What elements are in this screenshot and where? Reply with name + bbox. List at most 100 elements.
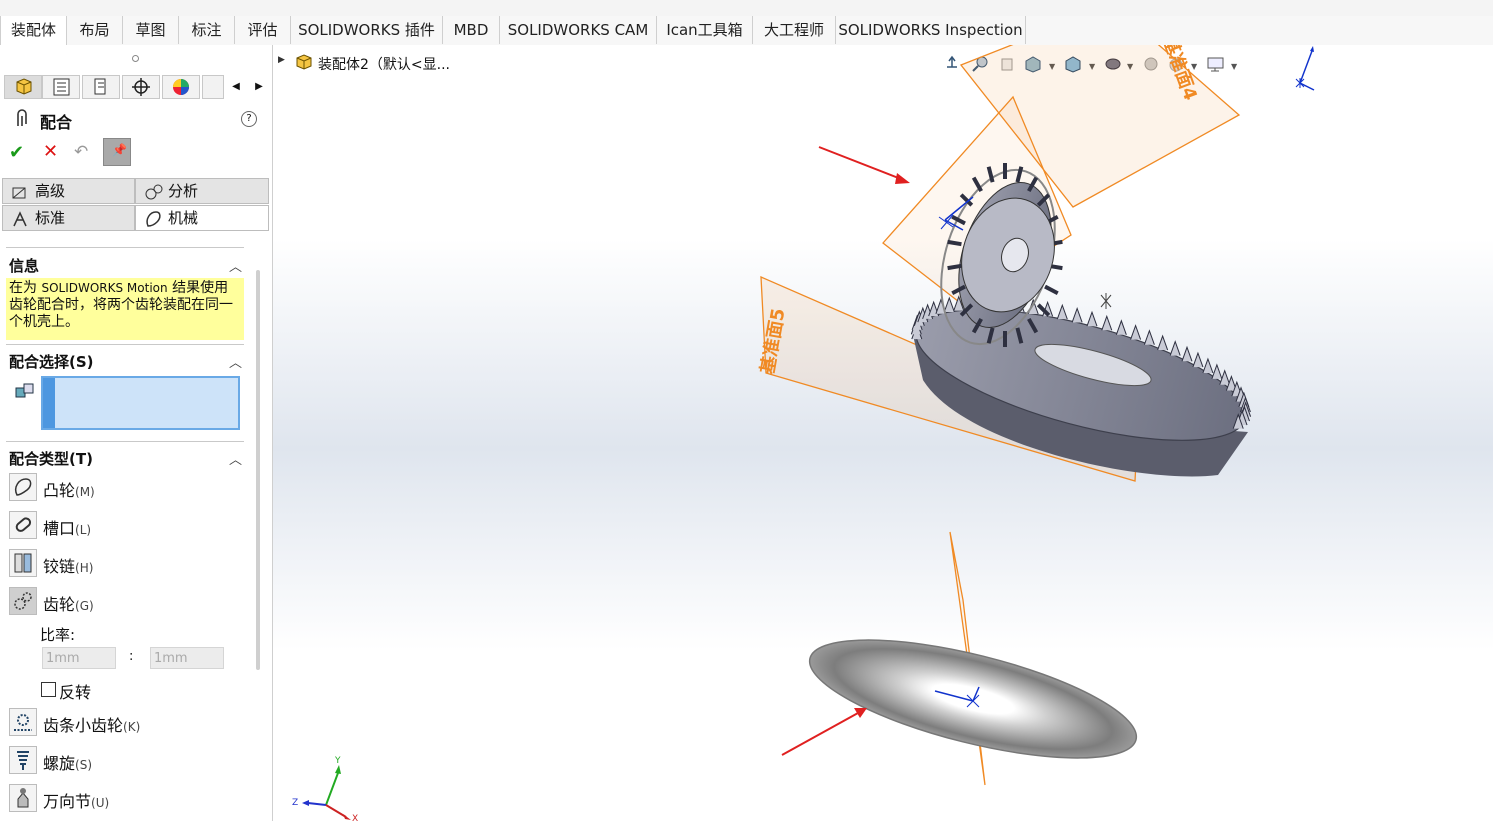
axis-x-label: X — [352, 814, 358, 821]
ratio-input-b[interactable]: 1mm — [150, 647, 224, 669]
reverse-label[interactable]: 反转 — [59, 679, 91, 703]
tab-display[interactable] — [162, 75, 200, 99]
info-collapse-icon[interactable]: ︿ — [229, 256, 242, 275]
undo-button[interactable]: ↶ — [74, 142, 88, 162]
tab-more[interactable] — [202, 75, 224, 99]
slot-mate-label[interactable]: 槽口(L) — [43, 515, 91, 539]
mate-types-section-title: 配合类型(T) — [9, 450, 93, 468]
cam-icon — [14, 478, 32, 496]
reverse-checkbox[interactable] — [41, 682, 56, 697]
universal-joint-mate-label[interactable]: 万向节(U) — [43, 788, 109, 812]
axis-triad-icon: Y Z X — [292, 756, 358, 821]
tab-scroll-left[interactable]: ◀ — [226, 76, 246, 98]
gear-tooth — [943, 296, 955, 313]
mode-analysis[interactable]: 分析 — [135, 178, 269, 204]
tab-mbd[interactable]: MBD — [443, 16, 500, 44]
hinge-mate-label[interactable]: 铰链(H) — [43, 553, 93, 577]
cam-icon — [146, 211, 161, 227]
cancel-button[interactable]: ✕ — [43, 141, 58, 162]
tab-property-manager[interactable] — [42, 75, 80, 99]
gear-tooth — [1115, 319, 1127, 335]
pinion-tooth — [947, 263, 962, 271]
help-button[interactable]: ? — [241, 111, 257, 127]
tab-evaluate[interactable]: 评估 — [235, 16, 291, 44]
panel-scrollbar[interactable] — [256, 270, 260, 670]
property-manager: ◀ ▶ 配合 ? ✔ ✕ ↶ 📌 高级 分析 标准 机械 信息 ︿ 在为 SOL… — [0, 45, 273, 821]
gear-tooth — [1211, 363, 1223, 380]
universal-joint-icon — [17, 788, 29, 808]
gear-tooth — [1192, 351, 1204, 368]
annotation-arrow-bottom — [781, 708, 867, 756]
tab-engineer[interactable]: 大工程师 — [753, 16, 836, 44]
mode-mechanical[interactable]: 机械 — [135, 205, 269, 231]
pin-button[interactable]: 📌 — [103, 138, 131, 166]
tab-sketch[interactable]: 草图 — [123, 16, 179, 44]
tab-addins[interactable]: SOLIDWORKS 插件 — [291, 16, 443, 44]
tab-inspection[interactable]: SOLIDWORKS Inspection — [836, 16, 1026, 44]
hinge-icon — [14, 553, 32, 573]
panel-title: 配合 — [40, 113, 73, 132]
gear-tooth — [1169, 340, 1181, 356]
screw-mate-button[interactable] — [9, 746, 37, 774]
pinion-tooth — [1044, 284, 1059, 295]
gear-shadow-disk — [808, 639, 1138, 759]
mate-selection-box[interactable] — [41, 376, 240, 430]
info-section-title: 信息 — [9, 257, 40, 275]
mode-standard[interactable]: 标准 — [2, 205, 135, 231]
tab-feature-tree[interactable] — [4, 75, 42, 99]
tab-dimxpert[interactable] — [122, 75, 160, 99]
panel-grip[interactable] — [132, 55, 139, 62]
tab-layout[interactable]: 布局 — [67, 16, 123, 44]
ratio-input-a[interactable]: 1mm — [42, 647, 116, 669]
gear-tooth — [1027, 298, 1039, 315]
gear-tooth — [1143, 329, 1155, 345]
graphics-area[interactable]: ▶ 装配体2（默认<显... ▼ ▼ ▼ ▼ ▼ 基准面4 基准面5 Y Z X — [273, 45, 1493, 821]
gear-tooth — [1157, 334, 1169, 351]
selections-collapse-icon[interactable]: ︿ — [229, 352, 242, 371]
property-icon — [53, 78, 70, 96]
tab-cam[interactable]: SOLIDWORKS CAM — [500, 16, 657, 44]
slot-mate-button[interactable] — [9, 511, 37, 539]
universal-joint-mate-button[interactable] — [9, 784, 37, 812]
axis-z-label: Z — [292, 798, 298, 808]
cam-mate-label[interactable]: 凸轮(M) — [43, 477, 95, 501]
slot-icon — [15, 517, 32, 532]
large-bevel-gear[interactable] — [904, 283, 1258, 477]
assembly-icon — [16, 78, 32, 95]
rack-pinion-mate-label[interactable]: 齿条小齿轮(K) — [43, 712, 140, 736]
tab-markup[interactable]: 标注 — [179, 16, 235, 44]
hinge-mate-button[interactable] — [9, 549, 37, 577]
tab-ican[interactable]: Ican工具箱 — [657, 16, 753, 44]
configuration-icon — [94, 78, 106, 95]
tab-scroll-right[interactable]: ▶ — [249, 76, 269, 98]
mate-types-collapse-icon[interactable]: ︿ — [229, 449, 242, 468]
tab-configuration[interactable] — [82, 75, 120, 99]
ratio-label: 比率: — [40, 626, 76, 644]
ok-button[interactable]: ✔ — [9, 142, 24, 163]
origin-marker — [1100, 293, 1112, 309]
gear-mate-button[interactable] — [9, 587, 37, 615]
gear-mate-label[interactable]: 齿轮(G) — [43, 591, 94, 615]
appearance-icon — [173, 79, 189, 95]
axis-y-label: Y — [334, 756, 341, 766]
gear-tooth — [1056, 303, 1068, 320]
screw-icon — [17, 751, 29, 770]
selection-focus-bar — [43, 378, 55, 428]
screw-mate-label[interactable]: 螺旋(S) — [43, 750, 92, 774]
selections-section-title: 配合选择(S) — [9, 353, 94, 371]
gear-icon — [14, 592, 32, 610]
rack-pinion-icon — [14, 714, 32, 731]
top-strip — [0, 0, 1493, 16]
model-scene: 基准面4 基准面5 — [756, 45, 1258, 786]
mate-entities-icon — [15, 383, 34, 398]
cam-mate-button[interactable] — [9, 473, 37, 501]
tab-assembly[interactable]: 装配体 — [0, 16, 67, 46]
gear-tooth — [1071, 306, 1083, 323]
mode-advanced[interactable]: 高级 — [2, 178, 135, 204]
rack-pinion-mate-button[interactable] — [9, 708, 37, 736]
gear-tooth — [1181, 345, 1193, 362]
pinion-tooth — [947, 239, 962, 247]
crosshair-icon — [132, 78, 150, 96]
divider — [6, 247, 244, 248]
command-manager-tabs: 装配体 布局 草图 标注 评估 SOLIDWORKS 插件 MBD SOLIDW… — [0, 16, 1493, 46]
